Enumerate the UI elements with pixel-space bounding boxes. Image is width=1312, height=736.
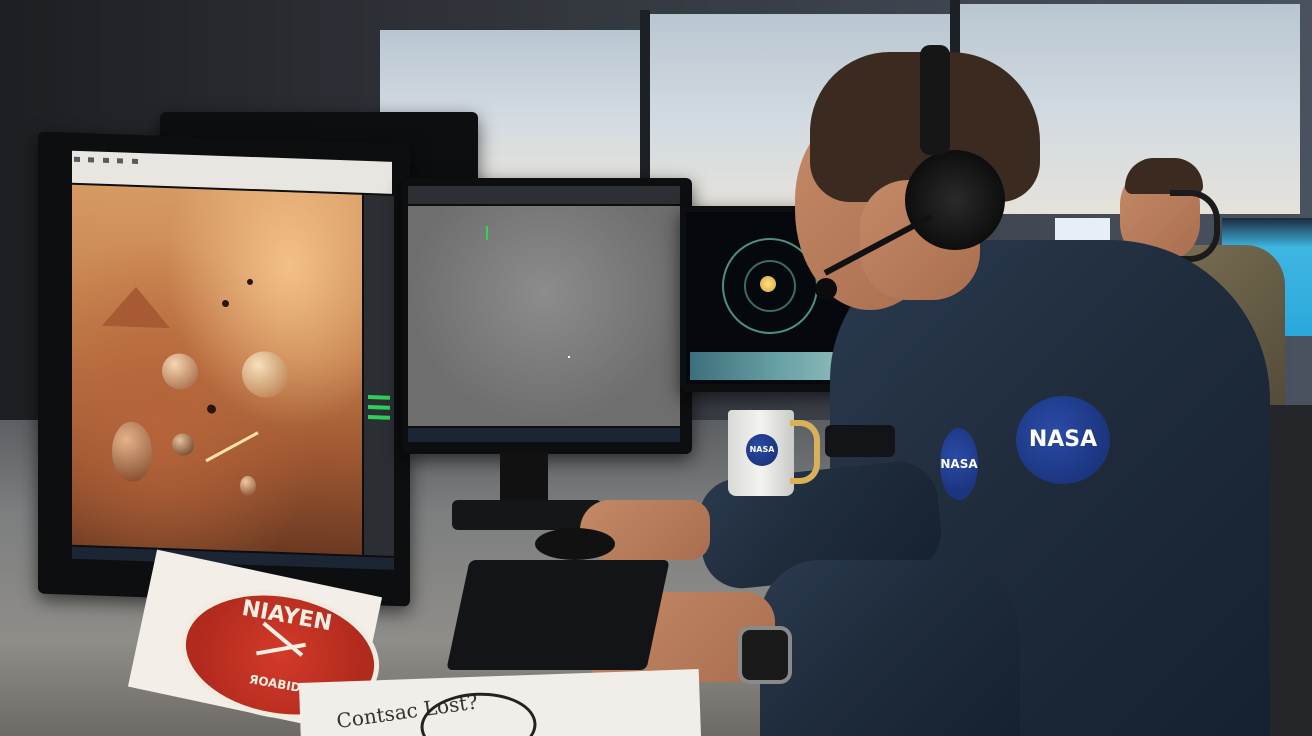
headset-band xyxy=(920,45,950,155)
microphone-icon xyxy=(815,278,837,300)
toolbar-icon[interactable] xyxy=(102,158,109,164)
point-marker xyxy=(568,356,570,358)
headset-icon xyxy=(905,150,1005,250)
watch-icon xyxy=(738,626,792,684)
nasa-patch-chest: NASA xyxy=(1016,396,1110,484)
sphere xyxy=(162,352,198,391)
floating-particle xyxy=(247,278,253,286)
sphere xyxy=(240,475,256,497)
nasa-patch-sleeve: NASA xyxy=(940,428,978,500)
app-toolbar[interactable] xyxy=(408,186,680,204)
status-bar xyxy=(368,405,390,410)
floating-particle xyxy=(207,404,216,414)
sun-icon xyxy=(760,276,776,292)
floating-particle xyxy=(222,299,229,308)
taskbar[interactable] xyxy=(408,428,680,442)
status-bar xyxy=(368,415,390,420)
sphere xyxy=(112,421,152,483)
keyboard-icon[interactable] xyxy=(446,560,670,670)
toolbar-icon[interactable] xyxy=(88,157,95,163)
status-bar xyxy=(368,395,390,400)
side-panel[interactable] xyxy=(364,194,394,556)
monitor-left xyxy=(38,131,410,607)
sphere xyxy=(242,350,288,399)
sphere xyxy=(172,433,194,456)
monitor-center xyxy=(402,178,692,454)
toolbar-icon[interactable] xyxy=(131,159,138,165)
toolbar-icon[interactable] xyxy=(117,158,124,164)
background-keyboard xyxy=(825,425,895,457)
toolbar-icon[interactable] xyxy=(74,157,80,163)
light-streak xyxy=(205,431,259,463)
person-arm-right xyxy=(760,560,1020,736)
mission-control-scene: NASA NASA NASA NIAYEN ЯOAВID Contsac Los… xyxy=(0,0,1312,736)
background-person-hair xyxy=(1125,158,1203,194)
mouse-icon[interactable] xyxy=(535,528,615,560)
mug-handle xyxy=(790,420,820,484)
headset-icon xyxy=(1170,190,1220,262)
cursor-marker xyxy=(486,226,488,240)
mug-nasa-logo: NASA xyxy=(746,434,778,466)
mars-render-viewport[interactable] xyxy=(72,184,362,555)
pyramid-shape xyxy=(102,285,170,329)
mug-icon: NASA xyxy=(728,410,794,496)
grayscale-viewport[interactable] xyxy=(408,206,680,426)
